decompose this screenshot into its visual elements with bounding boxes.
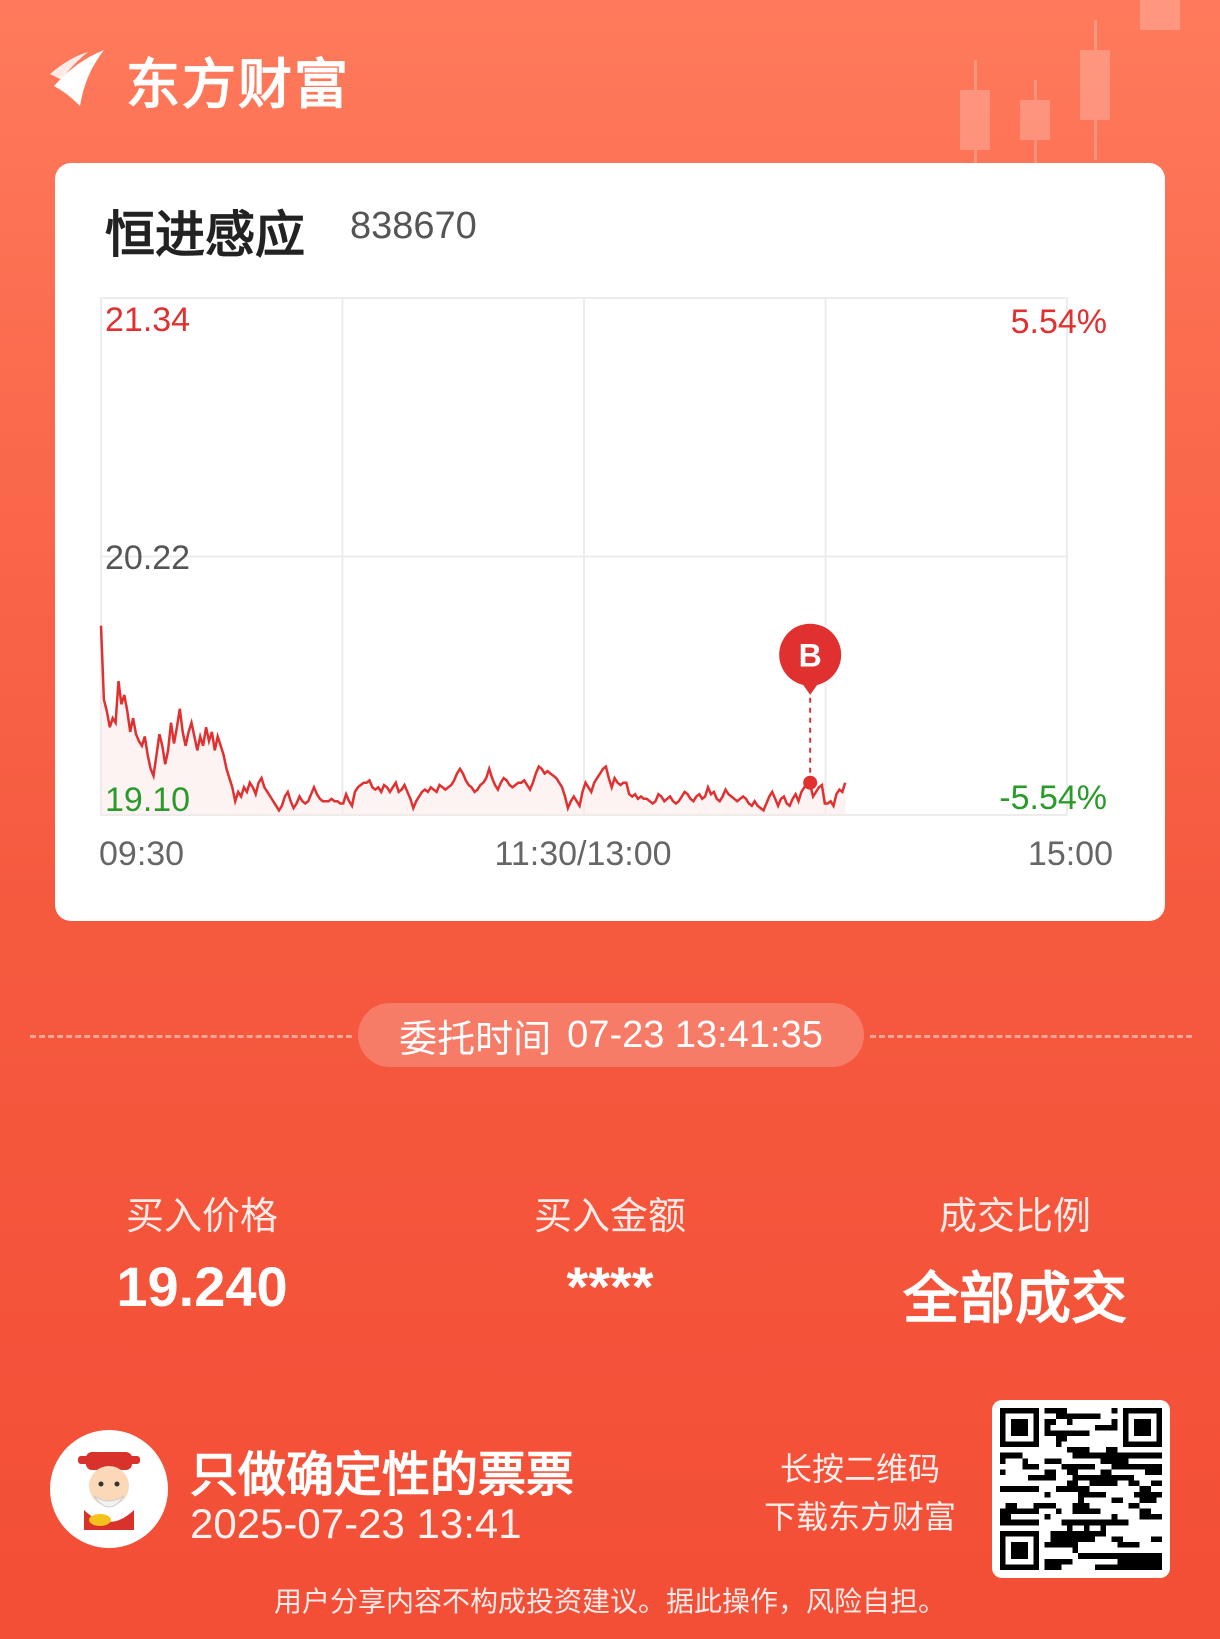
qr-hint-line1: 长按二维码 <box>779 1451 940 1487</box>
buy-marker-label: B <box>799 638 822 674</box>
chart-grid <box>100 297 1068 816</box>
x-label-midday: 11:30/13:00 <box>494 835 671 873</box>
stat-buy-amount-label: 买入金额 <box>533 1196 686 1238</box>
share-datetime: 2025-07-23 13:41 <box>190 1500 522 1547</box>
stat-fill-ratio: 成交比例 全部成交 <box>835 1185 1195 1335</box>
stat-buy-price-value: 19.240 <box>116 1255 288 1318</box>
stat-fill-ratio-value: 全部成交 <box>903 1267 1127 1330</box>
stat-buy-price: 买入价格 19.240 <box>22 1185 382 1319</box>
order-time-pill: 委托时间 07-23 13:41:35 <box>358 1003 864 1067</box>
intraday-price-chart: B 21.34 20.22 19.10 5.54% -5.54% 09:30 1… <box>99 297 1113 873</box>
eastmoney-logo-icon <box>50 50 104 106</box>
qr-hint-line2: 下载东方财富 <box>763 1499 956 1535</box>
brand-name: 东方财富 <box>126 54 350 115</box>
qr-code-icon[interactable] <box>992 1400 1170 1578</box>
share-slogan: 只做确定性的票票 <box>190 1449 575 1502</box>
stock-chart-card: 恒进感应 838670 B 21.34 20.22 19.10 5.54% -5… <box>55 163 1165 921</box>
order-time-value: 07-23 13:41:35 <box>567 1013 823 1056</box>
order-time-label: 委托时间 <box>399 1018 552 1061</box>
price-area-fill <box>101 625 846 815</box>
stat-buy-amount: 买入金额 **** <box>430 1185 790 1319</box>
x-label-close: 15:00 <box>1028 835 1113 873</box>
y-label-prev-close: 20.22 <box>105 539 190 577</box>
divider-right <box>870 1035 1192 1038</box>
pct-label-low: -5.54% <box>999 779 1107 817</box>
disclaimer: 用户分享内容不构成投资建议。据此操作，风险自担。 <box>273 1586 946 1617</box>
stat-buy-amount-value: **** <box>566 1255 654 1318</box>
app-header: 东方财富 <box>48 44 350 115</box>
stat-buy-price-label: 买入价格 <box>125 1196 278 1238</box>
y-label-low: 19.10 <box>105 781 190 819</box>
buy-marker[interactable]: B <box>779 623 842 790</box>
x-label-open: 09:30 <box>99 835 184 873</box>
qr-hint: 长按二维码 下载东方财富 <box>750 1445 970 1541</box>
pct-label-high: 5.54% <box>1011 303 1107 341</box>
buy-marker-pointer <box>800 680 821 695</box>
fortune-god-avatar-icon <box>50 1430 168 1548</box>
y-label-high: 21.34 <box>105 301 190 339</box>
stat-fill-ratio-label: 成交比例 <box>938 1196 1091 1238</box>
divider-left <box>30 1035 352 1038</box>
